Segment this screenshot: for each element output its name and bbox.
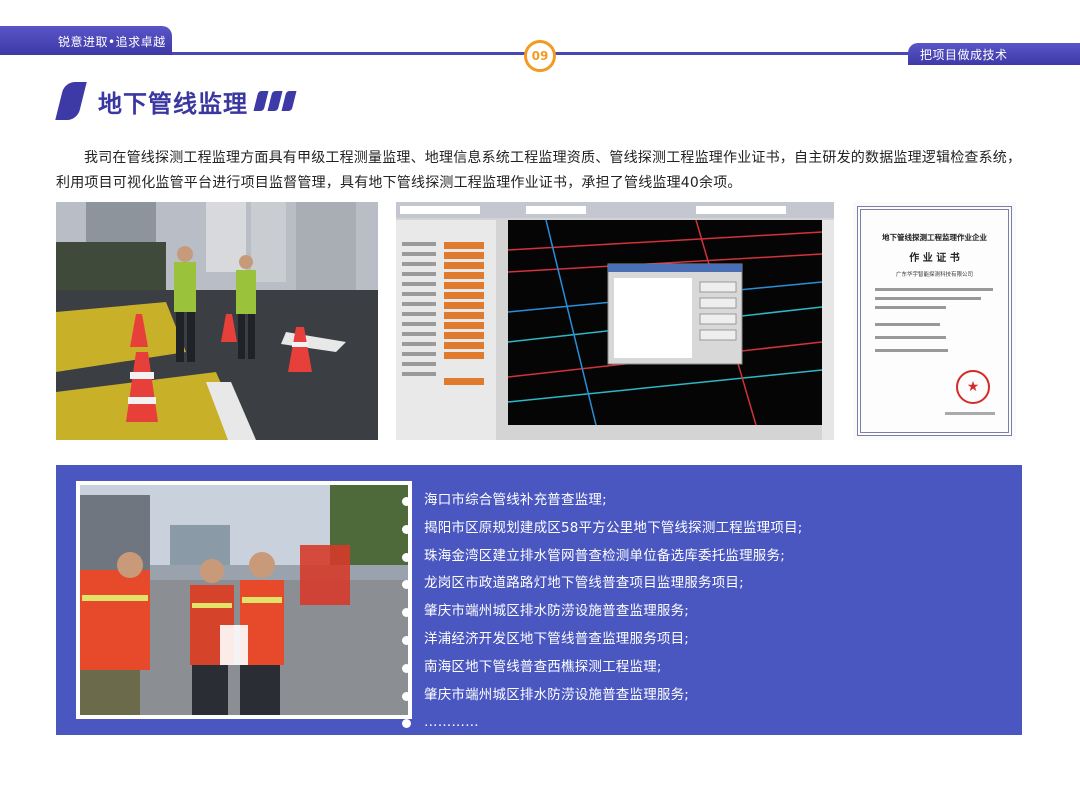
header-motto-tab: 把项目做成技术 (908, 43, 1080, 65)
list-item: 洋浦经济开发区地下管线普查监理服务项目; (400, 626, 1010, 654)
title-marker-icon (55, 82, 87, 120)
site-survey-photo (76, 481, 412, 719)
header-motto: 把项目做成技术 (920, 48, 1008, 62)
projects-panel: 海口市综合管线补充普查监理; 揭阳市区原规划建成区58平方公里地下管线探测工程监… (56, 465, 1022, 735)
header-slogan-tab: 锐意进取•追求卓越 (0, 26, 172, 55)
certificate-footer-line (945, 412, 995, 415)
list-item: 揭阳市区原规划建成区58平方公里地下管线探测工程监理项目; (400, 515, 1010, 543)
intro-paragraph: 我司在管线探测工程监理方面具有甲级工程测量监理、地理信息系统工程监理资质、管线探… (56, 150, 1022, 191)
section-title: 地下管线监理 (98, 90, 248, 118)
field-inspection-photo (56, 202, 378, 440)
certificate-subheading: 作 业 证 书 (909, 253, 960, 264)
list-item: 肇庆市端州城区排水防涝设施普查监理服务; (400, 598, 1010, 626)
official-seal-icon: ★ (956, 370, 990, 404)
certificate-company: 广东华宇智能探测科技有限公司 (895, 272, 973, 278)
list-item: 珠海金湾区建立排水管网普查检测单位备选库委托监理服务; (400, 543, 1010, 571)
title-stripes-icon (253, 91, 297, 111)
certificate-body-lines (875, 288, 993, 362)
list-item: 海口市综合管线补充普查监理; (400, 487, 1010, 515)
certificate-heading: 地下管线探测工程监理作业企业 (882, 233, 987, 242)
header-slogan: 锐意进取•追求卓越 (58, 35, 166, 49)
list-item: 肇庆市端州城区排水防涝设施普查监理服务; (400, 682, 1010, 710)
page-number: 09 (524, 40, 556, 72)
project-list: 海口市综合管线补充普查监理; 揭阳市区原规划建成区58平方公里地下管线探测工程监… (400, 487, 1010, 737)
list-item: ………… (400, 709, 1010, 737)
list-item: 南海区地下管线普查西樵探测工程监理; (400, 654, 1010, 682)
cad-software-screenshot (396, 202, 834, 440)
list-item: 龙岗区市政道路路灯地下管线普查项目监理服务项目; (400, 570, 1010, 598)
certificate-image: 地下管线探测工程监理作业企业 作 业 证 书 广东华宇智能探测科技有限公司 ★ (853, 202, 1016, 440)
